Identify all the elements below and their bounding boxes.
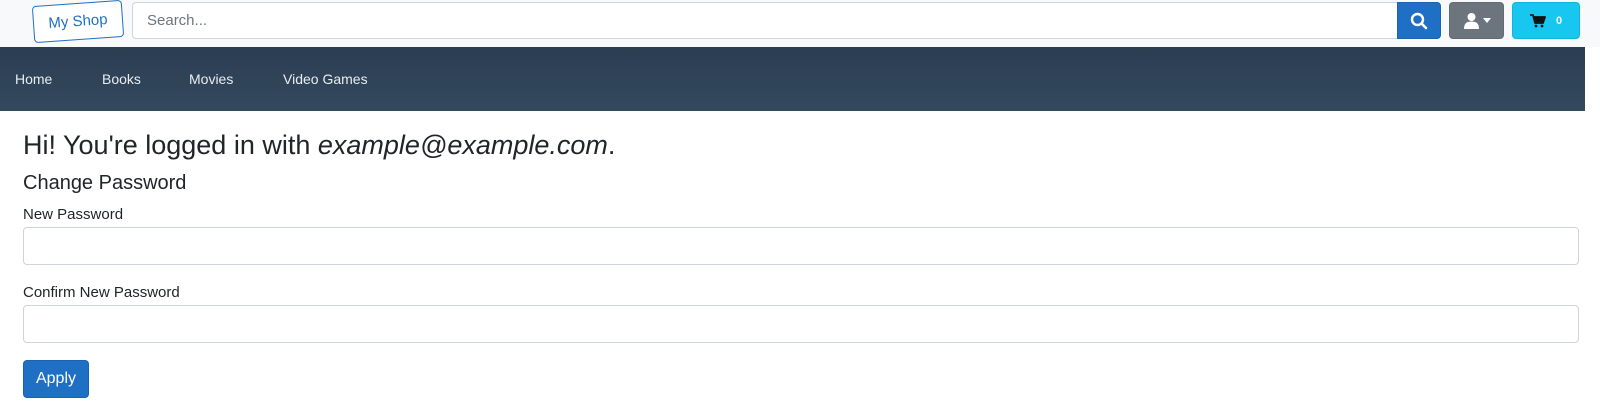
page-edge	[1585, 47, 1600, 410]
greeting-text: Hi! You're logged in with	[23, 130, 318, 160]
new-password-label: New Password	[23, 206, 124, 223]
confirm-password-field[interactable]	[23, 305, 1579, 343]
top-bar: My Shop 0	[0, 0, 1600, 47]
user-menu-button[interactable]	[1449, 2, 1504, 39]
nav-item-books[interactable]: Books	[102, 47, 141, 111]
main-navbar: Home Books Movies Video Games	[0, 47, 1600, 111]
cart-button[interactable]: 0	[1512, 2, 1580, 39]
user-email: example@example.com	[317, 130, 608, 160]
user-icon	[1463, 13, 1479, 29]
nav-item-home[interactable]: Home	[15, 47, 52, 111]
caret-down-icon	[1482, 18, 1491, 23]
brand-logo[interactable]: My Shop	[31, 0, 125, 44]
nav-item-movies[interactable]: Movies	[189, 47, 233, 111]
new-password-field[interactable]	[23, 227, 1579, 265]
greeting-period: .	[607, 130, 616, 160]
confirm-password-label: Confirm New Password	[23, 284, 180, 301]
change-password-heading: Change Password	[23, 172, 187, 194]
cart-icon	[1529, 13, 1546, 27]
search-icon	[1410, 12, 1428, 29]
search-input[interactable]	[132, 2, 1398, 39]
nav-item-video-games[interactable]: Video Games	[283, 47, 368, 111]
cart-count-badge: 0	[1555, 14, 1563, 27]
apply-button[interactable]: Apply	[23, 360, 89, 398]
login-greeting: Hi! You're logged in with example@exampl…	[23, 128, 615, 162]
search-button[interactable]	[1397, 2, 1441, 39]
